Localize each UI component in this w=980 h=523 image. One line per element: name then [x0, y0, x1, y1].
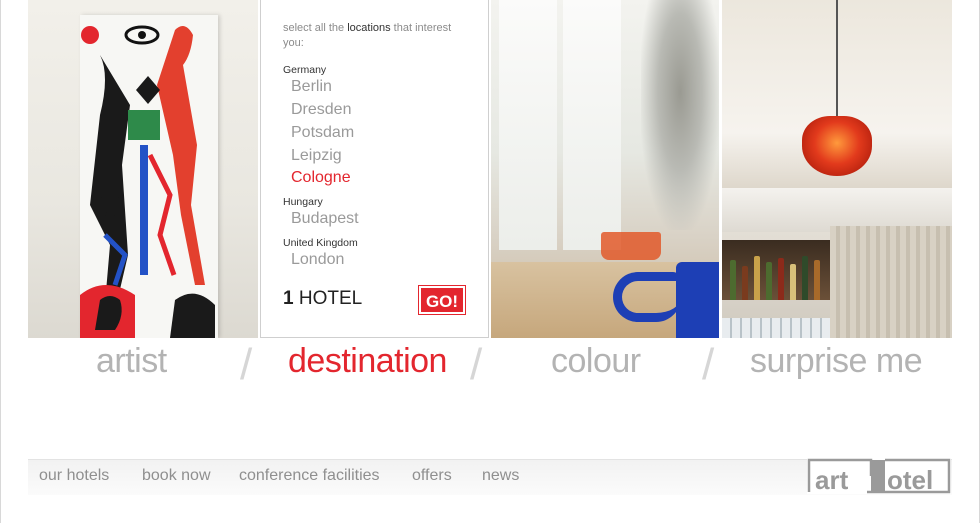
surprise-image-panel[interactable]: [722, 0, 952, 338]
category-artist[interactable]: artist: [96, 342, 167, 381]
divider-slash: /: [702, 340, 715, 389]
logo-text-art: art: [815, 465, 849, 494]
city-option-leipzig[interactable]: Leipzig: [291, 147, 342, 165]
bottle: [778, 258, 784, 300]
nav-our-hotels[interactable]: our hotels: [39, 467, 109, 485]
city-option-london[interactable]: London: [291, 251, 344, 269]
intro-text-start: select all the: [283, 22, 348, 34]
colour-image-panel[interactable]: [491, 0, 719, 338]
divider-slash: /: [470, 340, 483, 389]
country-heading-germany: Germany: [283, 64, 327, 76]
country-heading-hungary: Hungary: [283, 196, 323, 208]
lamp-cord: [836, 0, 838, 118]
nav-conference-facilities[interactable]: conference facilities: [239, 467, 380, 485]
go-button[interactable]: GO!: [418, 285, 466, 315]
tree-blur: [641, 0, 719, 230]
artotel-logo[interactable]: art otel: [807, 458, 951, 494]
intro-text-bold: locations: [347, 22, 391, 34]
category-destination[interactable]: destination: [288, 342, 447, 381]
artist-image-panel[interactable]: [28, 0, 258, 338]
bottle: [802, 256, 808, 300]
painting-canvas: [80, 15, 218, 338]
bottle: [730, 260, 736, 300]
category-surprise-me[interactable]: surprise me: [750, 342, 923, 381]
bottle: [766, 262, 772, 300]
blue-cup: [676, 262, 719, 338]
city-option-berlin[interactable]: Berlin: [291, 78, 332, 96]
result-count-label: HOTEL: [298, 288, 363, 309]
bottle: [814, 260, 820, 300]
selector-instructions: select all the locations that interest y…: [283, 21, 473, 51]
bottle: [742, 266, 748, 300]
bottle: [754, 256, 760, 300]
category-colour[interactable]: colour: [551, 342, 641, 381]
nav-offers[interactable]: offers: [412, 467, 452, 485]
window-pane: [499, 0, 557, 250]
glass-row: [722, 318, 830, 338]
logo-text-otel: otel: [887, 465, 933, 494]
logo-t-bar: [871, 460, 885, 492]
city-option-cologne[interactable]: Cologne: [291, 169, 351, 187]
bar-shelf: [722, 240, 830, 300]
country-heading-united-kingdom: United Kingdom: [283, 237, 358, 249]
result-count: 1 HOTEL: [283, 288, 362, 310]
orange-mug: [601, 232, 661, 260]
destination-selector-panel: select all the locations that interest y…: [260, 0, 489, 338]
nav-book-now[interactable]: book now: [142, 467, 211, 485]
pendant-lamp: [802, 116, 872, 176]
cup-handle: [613, 272, 681, 322]
city-option-budapest[interactable]: Budapest: [291, 210, 359, 228]
city-option-potsdam[interactable]: Potsdam: [291, 124, 354, 142]
city-option-dresden[interactable]: Dresden: [291, 101, 351, 119]
result-count-number: 1: [283, 288, 294, 309]
window-pane: [563, 0, 621, 250]
nav-news[interactable]: news: [482, 467, 519, 485]
divider-slash: /: [240, 340, 253, 389]
bottle: [790, 264, 796, 300]
curtain: [830, 226, 952, 338]
